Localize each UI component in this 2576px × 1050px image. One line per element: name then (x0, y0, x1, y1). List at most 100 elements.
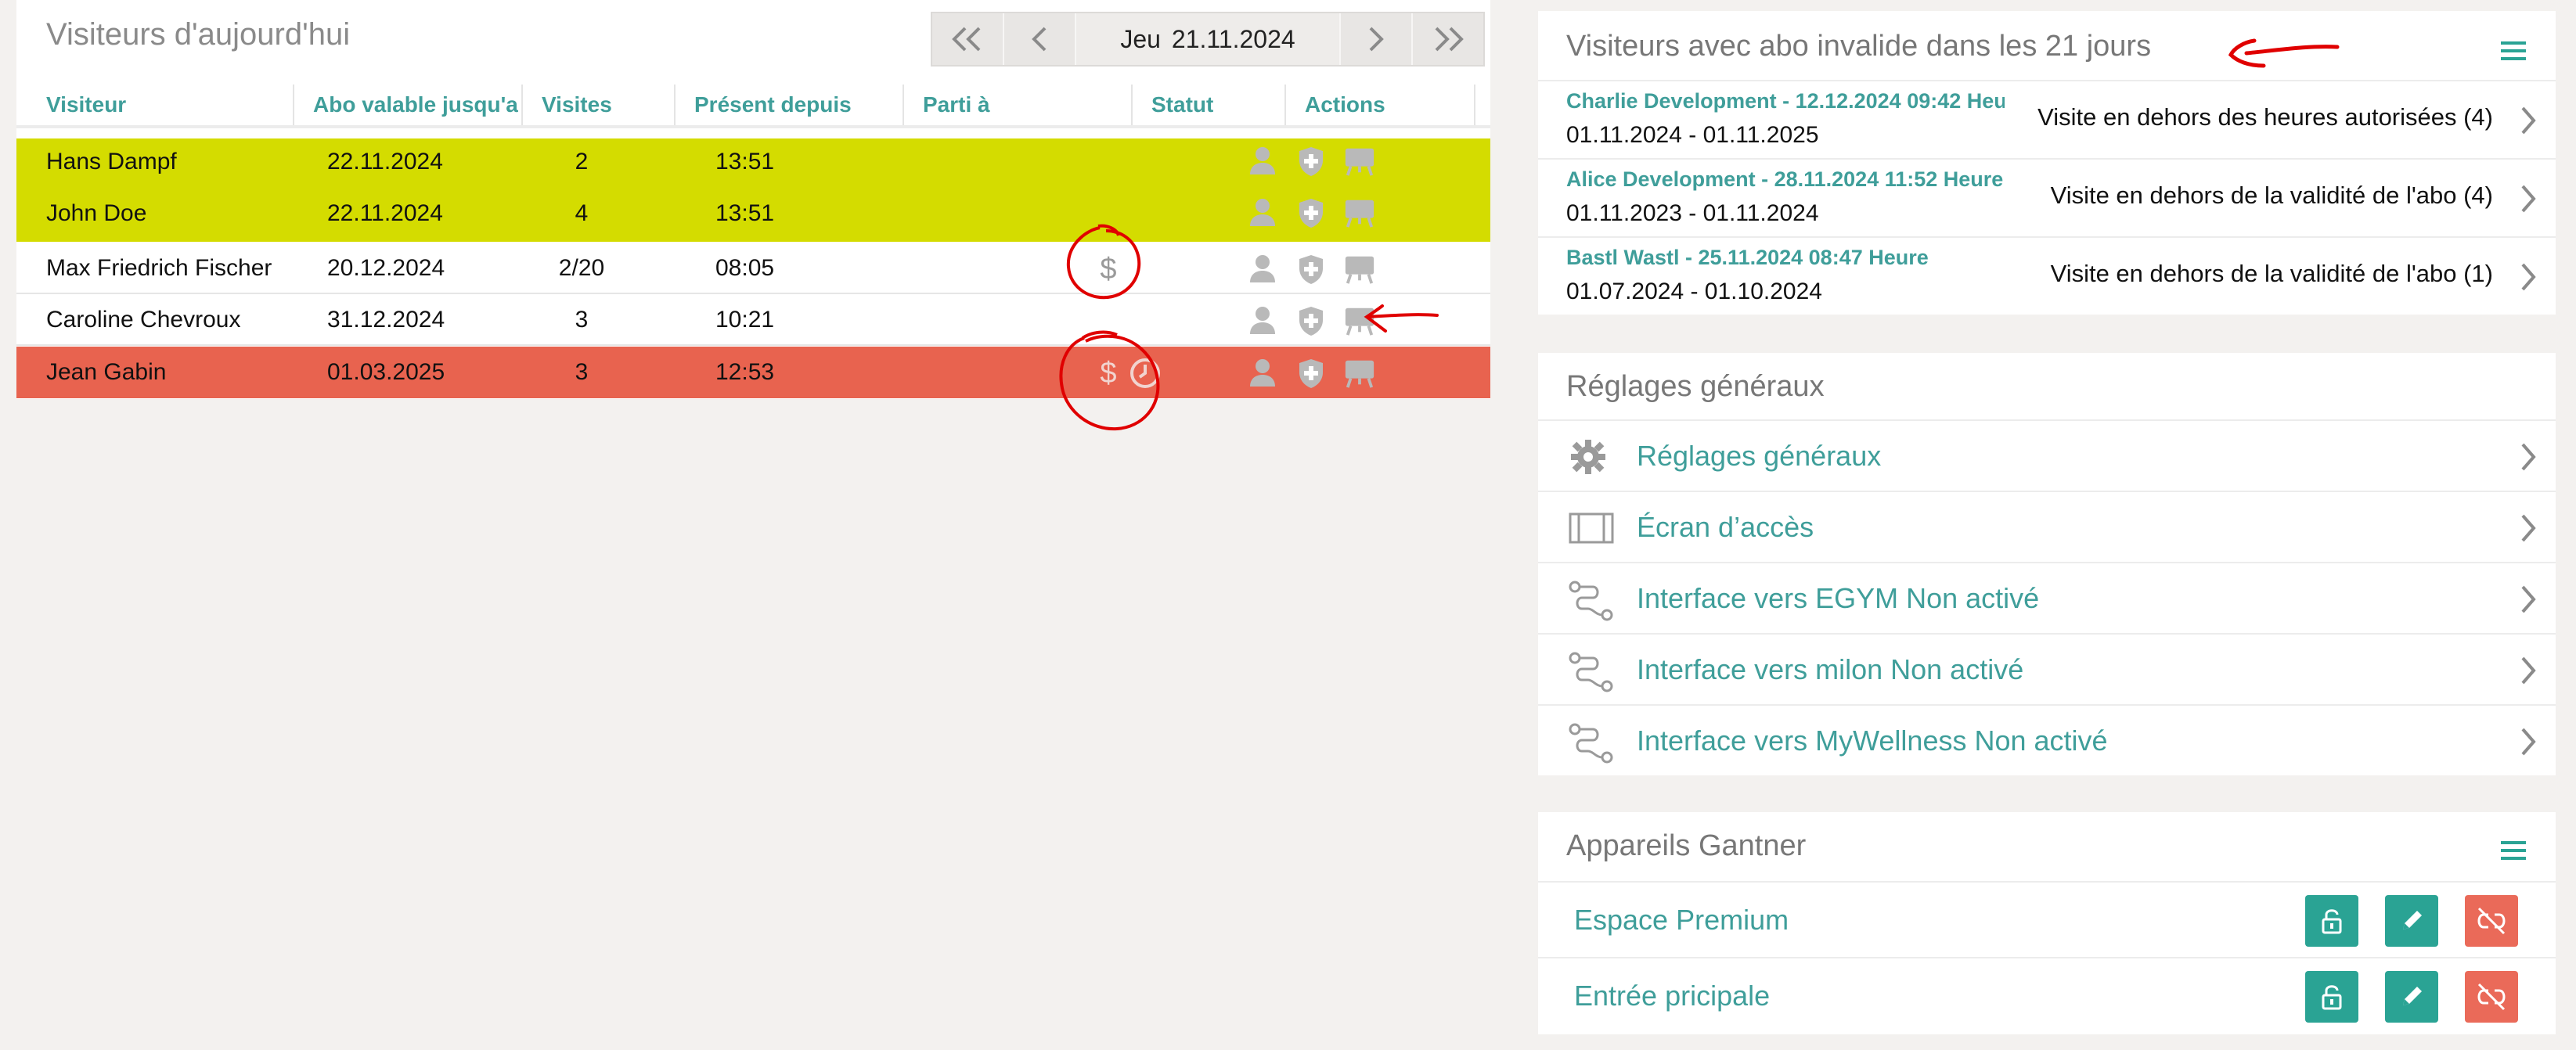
edit-button[interactable] (2385, 895, 2438, 947)
table-row[interactable]: Max Friedrich Fischer 20.12.2024 2/20 08:05… (16, 243, 1490, 294)
visit-count: 2/20 (558, 255, 605, 281)
gantner-devices-panel: Appareils Gantner Espace Premium Entrée p… (1538, 812, 2556, 1034)
board-action[interactable] (1343, 196, 1376, 229)
settings-item-label[interactable]: Interface vers MyWellness Non activé (1637, 706, 2108, 775)
device-name[interactable]: Espace Premium (1574, 883, 1789, 957)
profile-action[interactable] (1246, 253, 1279, 286)
board-icon (1345, 307, 1374, 336)
row-actions (1246, 196, 1376, 229)
invalid-abo-item[interactable]: Alice Development - 28.11.2024 11:52 Heu… (1538, 158, 2556, 236)
unlink-button[interactable] (2465, 971, 2518, 1023)
unlink-icon (2477, 983, 2506, 1011)
chevron-right-icon (2521, 656, 2536, 685)
unlock-button[interactable] (2305, 971, 2358, 1023)
visitors-table-header: Visiteur Abo valable jusqu'a Visites Pré… (16, 85, 1490, 128)
invalid-abo-item[interactable]: Bastl Wastl - 25.11.2024 08:47 Heure 01.0… (1538, 236, 2556, 315)
visitor-name[interactable]: Max Friedrich Fischer (46, 243, 281, 294)
column-visits[interactable]: Visites (523, 85, 676, 125)
visit-count: 2 (575, 149, 589, 174)
visitor-name[interactable]: Jean Gabin (46, 347, 281, 398)
svg-text:$: $ (1100, 357, 1116, 390)
last-page-button[interactable] (1411, 13, 1483, 65)
settings-item-label[interactable]: Interface vers milon Non activé (1637, 635, 2023, 704)
double-chevron-left-icon (952, 27, 981, 52)
health-action[interactable] (1295, 196, 1328, 229)
profile-action[interactable] (1246, 304, 1279, 337)
health-action[interactable] (1295, 253, 1328, 286)
general-settings-title: Réglages généraux (1566, 370, 1825, 403)
health-action[interactable] (1295, 357, 1328, 390)
visitor-name[interactable]: Hans Dampf (46, 138, 281, 190)
settings-item[interactable]: Écran d’accès (1538, 491, 2556, 562)
profile-action[interactable] (1246, 357, 1279, 390)
settings-item[interactable]: Interface vers MyWellness Non activé (1538, 704, 2556, 775)
present-since: 13:51 (715, 149, 775, 174)
edit-button[interactable] (2385, 971, 2438, 1023)
table-row[interactable]: Hans Dampf 22.11.2024 2 13:51 (16, 138, 1490, 190)
profile-action[interactable] (1246, 196, 1279, 229)
hamburger-menu-icon[interactable] (2499, 839, 2527, 862)
board-action[interactable] (1343, 253, 1376, 286)
settings-item[interactable]: Interface vers EGYM Non activé (1538, 562, 2556, 633)
board-action[interactable] (1343, 145, 1376, 178)
route-icon (1569, 581, 1613, 621)
settings-item-label[interactable]: Réglages généraux (1637, 421, 1881, 491)
gantner-devices-title: Appareils Gantner (1566, 829, 1807, 862)
unlock-button[interactable] (2305, 895, 2358, 947)
person-icon (1250, 307, 1275, 334)
first-page-button[interactable] (932, 13, 1004, 65)
pencil-icon (2403, 911, 2422, 930)
person-icon (1250, 199, 1275, 226)
hamburger-menu-icon[interactable] (2499, 39, 2527, 63)
present-since: 08:05 (715, 255, 775, 281)
row-actions (1246, 253, 1376, 286)
health-action[interactable] (1295, 304, 1328, 337)
panel-title: Visiteurs d'aujourd'hui (46, 17, 351, 52)
status-icons: $ (1093, 357, 1162, 390)
row-actions (1246, 304, 1376, 337)
settings-item-label[interactable]: Écran d’accès (1637, 492, 1814, 562)
visitor-name[interactable]: John Doe (46, 190, 281, 242)
chevron-right-icon (2521, 514, 2536, 542)
column-status[interactable]: Statut (1133, 85, 1286, 125)
abo-date-range: 01.11.2023 - 01.11.2024 (1566, 200, 1819, 226)
device-name[interactable]: Entrée pricipale (1574, 958, 1770, 1033)
current-date[interactable]: Jeu 21.11.2024 (1076, 13, 1339, 65)
invalid-visitor-name[interactable]: Charlie Development - 12.12.2024 09:42 H… (1566, 89, 2005, 113)
settings-item-label[interactable]: Interface vers EGYM Non activé (1637, 563, 2039, 633)
visitor-name[interactable]: Caroline Chevroux (46, 294, 281, 346)
todays-visitors-panel: Visiteurs d'aujourd'hui Jeu 21.11.2024 V… (16, 0, 1490, 399)
unlink-button[interactable] (2465, 895, 2518, 947)
invalid-visitor-name[interactable]: Alice Development - 28.11.2024 11:52 Heu… (1566, 167, 2005, 192)
settings-item[interactable]: Interface vers milon Non activé (1538, 633, 2556, 704)
device-item: Espace Premium (1538, 881, 2556, 957)
visit-count: 3 (575, 307, 589, 333)
column-visitor[interactable]: Visiteur (16, 85, 294, 125)
person-icon (1250, 147, 1275, 174)
profile-action[interactable] (1246, 145, 1279, 178)
settings-item[interactable]: Réglages généraux (1538, 419, 2556, 491)
dollar-icon: $ (1100, 253, 1116, 286)
invalid-abo-panel: Visiteurs avec abo invalide dans les 21 … (1538, 11, 2556, 315)
invalid-abo-item[interactable]: Charlie Development - 12.12.2024 09:42 H… (1538, 80, 2556, 158)
table-row[interactable]: Jean Gabin 01.03.2025 3 12:53 $ (16, 347, 1490, 398)
invalid-visitor-name[interactable]: Bastl Wastl - 25.11.2024 08:47 Heure (1566, 246, 2005, 270)
dollar-icon: $ (1100, 357, 1116, 390)
column-abo-valid-until[interactable]: Abo valable jusqu'a (294, 85, 523, 125)
pencil-icon (2403, 987, 2422, 1005)
board-action[interactable] (1343, 357, 1376, 390)
column-actions[interactable]: Actions (1286, 85, 1475, 125)
chevron-right-icon (2521, 728, 2536, 756)
board-action[interactable] (1343, 304, 1376, 337)
table-row[interactable]: John Doe 22.11.2024 4 13:51 (16, 190, 1490, 242)
previous-day-button[interactable] (1004, 13, 1076, 65)
table-row[interactable]: Caroline Chevroux 31.12.2024 3 10:21 (16, 294, 1490, 346)
column-left-at[interactable]: Parti à (904, 85, 1133, 125)
board-icon (1345, 256, 1374, 284)
shield-cross-icon (1299, 307, 1323, 336)
next-day-button[interactable] (1339, 13, 1411, 65)
health-action[interactable] (1295, 145, 1328, 178)
device-item: Entrée pricipale (1538, 957, 2556, 1033)
abo-valid-until: 22.11.2024 (327, 200, 443, 226)
column-present-since[interactable]: Présent depuis (676, 85, 904, 125)
